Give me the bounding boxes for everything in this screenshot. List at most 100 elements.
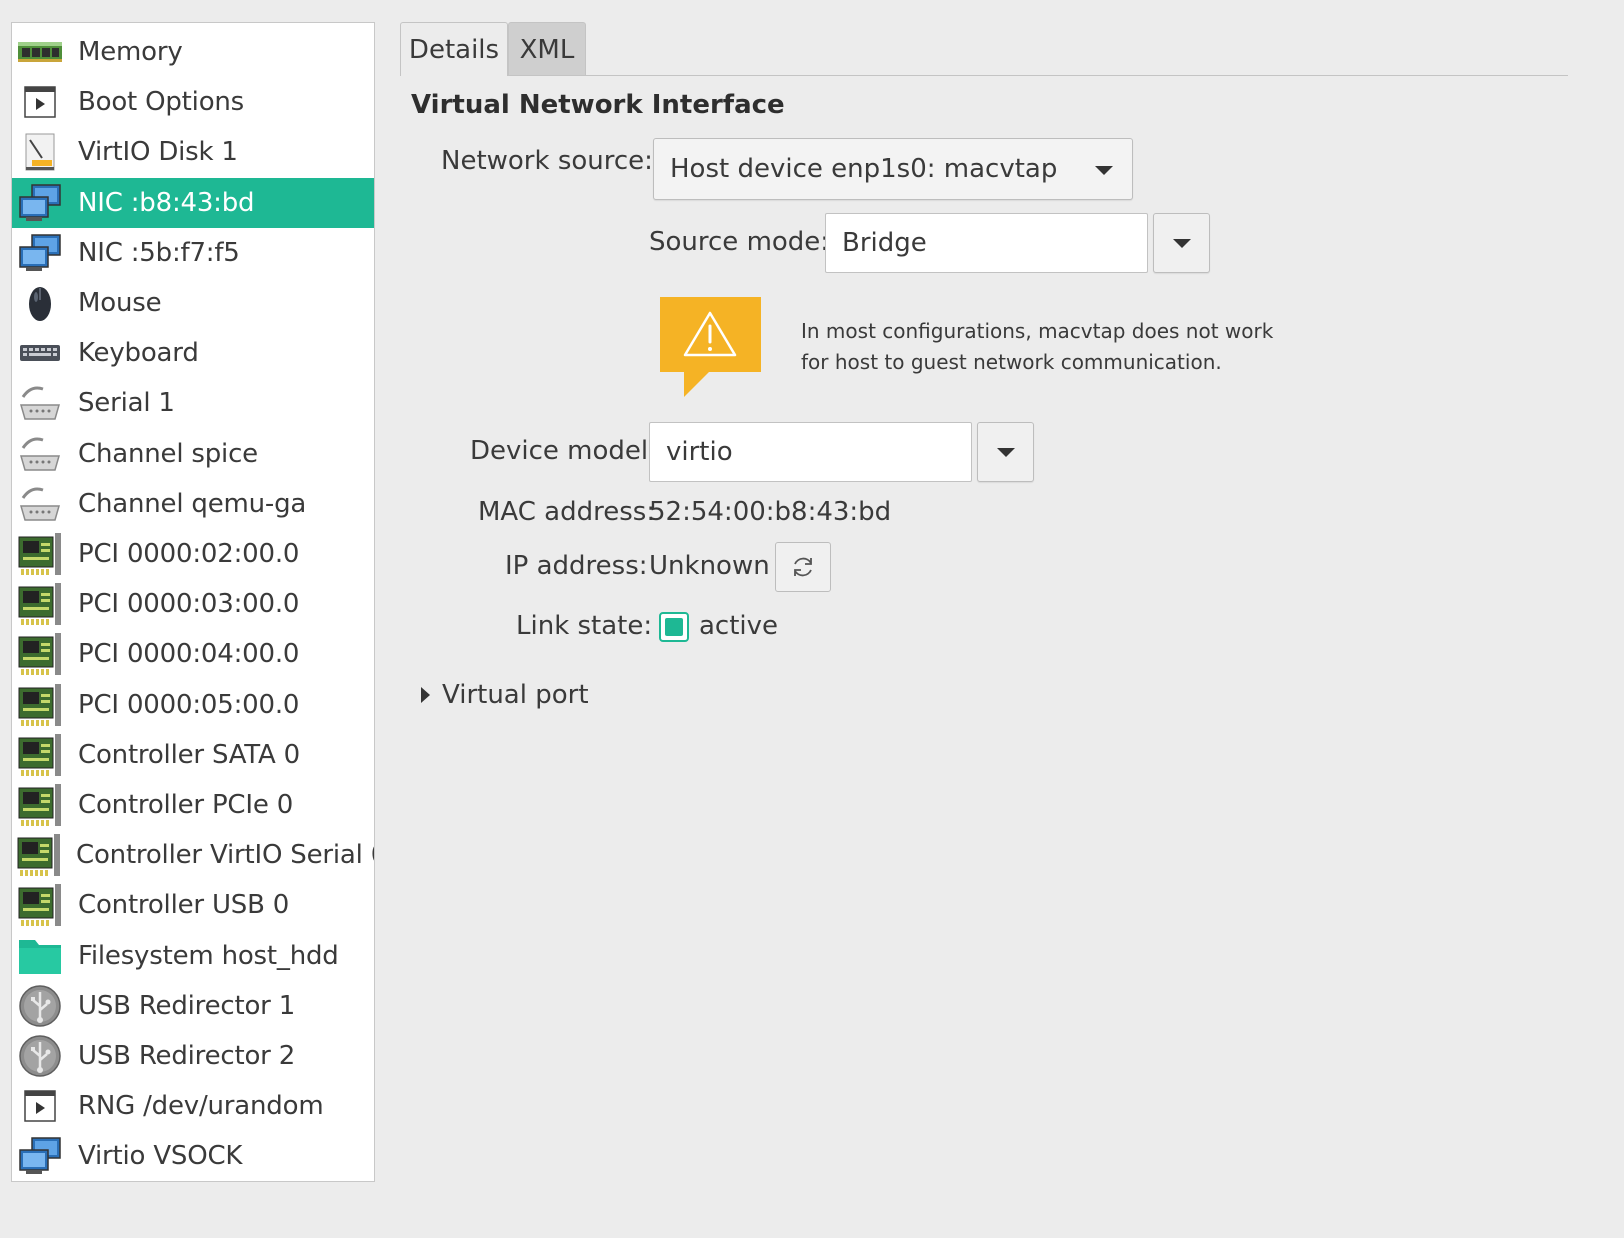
- chevron-down-icon: [1172, 238, 1191, 248]
- sidebar-item[interactable]: Boot Options: [12, 77, 374, 127]
- sidebar-item-label: PCI 0000:04:00.0: [78, 639, 300, 670]
- sidebar-item-label: Serial 1: [78, 388, 175, 419]
- sidebar-item-label: Memory: [78, 37, 183, 67]
- sidebar-item-label: USB Redirector 1: [78, 990, 296, 1021]
- network-source-label: Network source:: [441, 146, 653, 176]
- sidebar-item[interactable]: PCI 0000:03:00.0: [12, 579, 374, 629]
- sidebar-item[interactable]: NIC :5b:f7:f5: [12, 228, 374, 278]
- sidebar-item-label: Keyboard: [78, 338, 199, 369]
- tab-divider: [400, 75, 1568, 76]
- sidebar-item[interactable]: RNG /dev/urandom: [12, 1081, 374, 1131]
- sidebar-item[interactable]: Channel spice: [12, 429, 374, 479]
- sidebar-item-label: VirtIO Disk 1: [78, 137, 238, 168]
- warning-icon: [660, 297, 761, 397]
- sidebar-item[interactable]: Controller PCIe 0: [12, 780, 374, 830]
- sidebar-item-label: Virtio VSOCK: [78, 1141, 243, 1172]
- sidebar-item-label: Filesystem host_hdd: [78, 940, 339, 971]
- virtual-port-label: Virtual port: [442, 680, 589, 710]
- refresh-icon: [794, 557, 812, 577]
- boot-options-icon: [16, 81, 64, 123]
- network-icon: [16, 232, 64, 274]
- source-mode-input[interactable]: Bridge: [825, 213, 1148, 273]
- serial-icon: [16, 382, 64, 424]
- sidebar-item[interactable]: USB Redirector 2: [12, 1031, 374, 1081]
- sidebar-item-label: NIC :5b:f7:f5: [78, 237, 240, 268]
- sidebar-item-label: Controller SATA 0: [78, 739, 300, 770]
- device-model-input[interactable]: virtio: [649, 422, 972, 482]
- sidebar-item[interactable]: Keyboard: [12, 328, 374, 378]
- warning-line-1: In most configurations, macvtap does not…: [801, 319, 1274, 343]
- sidebar-item[interactable]: Channel qemu-ga: [12, 479, 374, 529]
- sidebar-item-label: Controller USB 0: [78, 890, 290, 921]
- source-mode-label: Source mode:: [649, 227, 830, 257]
- sidebar-item[interactable]: USB Redirector 1: [12, 981, 374, 1031]
- pci-card-icon: [16, 633, 64, 676]
- sidebar-item[interactable]: NIC :b8:43:bd: [12, 177, 374, 228]
- pci-card-icon: [16, 884, 64, 927]
- network-source-combo[interactable]: Host device enp1s0: macvtap: [653, 138, 1133, 200]
- sidebar-item[interactable]: Filesystem host_hdd: [12, 931, 374, 981]
- sidebar-item-label: Controller VirtIO Serial 0: [76, 840, 375, 871]
- sidebar-item-label: Controller PCIe 0: [78, 790, 294, 820]
- sidebar-item[interactable]: Controller SATA 0: [12, 730, 374, 780]
- sidebar-item-label: NIC :b8:43:bd: [78, 187, 255, 218]
- sidebar-item-label: USB Redirector 2: [78, 1041, 296, 1071]
- sidebar-item[interactable]: Controller USB 0: [12, 880, 374, 930]
- sidebar-item[interactable]: Controller VirtIO Serial 0: [12, 830, 374, 880]
- disk-icon: [16, 131, 64, 173]
- sidebar-item-label: PCI 0000:05:00.0: [78, 689, 300, 720]
- device-model-label: Device model:: [470, 436, 657, 466]
- ip-address-label: IP address:: [505, 551, 648, 581]
- pci-card-icon: [16, 784, 64, 826]
- memory-icon: [16, 31, 64, 73]
- warning-line-2: for host to guest network communication.: [801, 350, 1222, 374]
- pci-card-icon: [16, 733, 64, 776]
- refresh-ip-button[interactable]: [775, 542, 831, 592]
- chevron-down-icon: [996, 447, 1015, 457]
- pci-card-icon: [16, 683, 64, 726]
- tab-details[interactable]: Details: [400, 22, 508, 76]
- keyboard-icon: [16, 332, 64, 374]
- virtual-port-expander[interactable]: Virtual port: [421, 680, 589, 710]
- mac-address-label: MAC address:: [478, 497, 656, 527]
- network-source-value: Host device enp1s0: macvtap: [670, 154, 1058, 184]
- sidebar-item-label: Boot Options: [78, 87, 245, 118]
- boot-options-icon: [16, 1085, 64, 1127]
- pci-card-icon: [16, 533, 64, 575]
- usb-icon: [16, 985, 64, 1027]
- device-model-value: virtio: [666, 437, 733, 467]
- mouse-icon: [16, 282, 64, 324]
- chevron-down-icon: [1095, 166, 1113, 175]
- hardware-list[interactable]: Memory Boot Options VirtIO Disk 1 NIC :b8:4…: [11, 22, 375, 1182]
- link-state-label: Link state:: [516, 611, 653, 641]
- pci-card-icon: [16, 583, 64, 626]
- checkbox-check-icon: [665, 618, 683, 636]
- source-mode-dropdown-button[interactable]: [1153, 213, 1210, 273]
- sidebar-item[interactable]: PCI 0000:02:00.0: [12, 529, 374, 579]
- link-state-value[interactable]: active: [699, 611, 778, 641]
- sidebar-item[interactable]: Serial 1: [12, 378, 374, 428]
- network-icon: [16, 1135, 64, 1177]
- sidebar-item[interactable]: Memory: [12, 27, 374, 77]
- device-model-dropdown-button[interactable]: [977, 422, 1034, 482]
- sidebar-item[interactable]: PCI 0000:04:00.0: [12, 629, 374, 679]
- sidebar-item[interactable]: Mouse: [12, 278, 374, 328]
- serial-icon: [16, 433, 64, 475]
- sidebar-item-label: Channel qemu-ga: [78, 488, 307, 519]
- macvtap-warning-text: In most configurations, macvtap does not…: [801, 316, 1273, 378]
- sidebar-item[interactable]: VirtIO Disk 1: [12, 127, 374, 177]
- sidebar-item-label: PCI 0000:03:00.0: [78, 589, 300, 620]
- usb-icon: [16, 1035, 64, 1077]
- section-title: Virtual Network Interface: [411, 90, 785, 120]
- sidebar-item[interactable]: Virtio VSOCK: [12, 1131, 374, 1181]
- sidebar-item-label: RNG /dev/urandom: [78, 1091, 324, 1122]
- network-icon: [16, 182, 64, 224]
- expander-arrow-icon: [421, 687, 430, 703]
- mac-address-value: 52:54:00:b8:43:bd: [649, 497, 892, 527]
- tab-xml[interactable]: XML: [508, 22, 586, 76]
- serial-icon: [16, 483, 64, 525]
- ip-address-value: Unknown: [649, 551, 770, 581]
- source-mode-value: Bridge: [842, 228, 927, 258]
- link-state-checkbox[interactable]: [659, 612, 689, 642]
- sidebar-item[interactable]: PCI 0000:05:00.0: [12, 680, 374, 730]
